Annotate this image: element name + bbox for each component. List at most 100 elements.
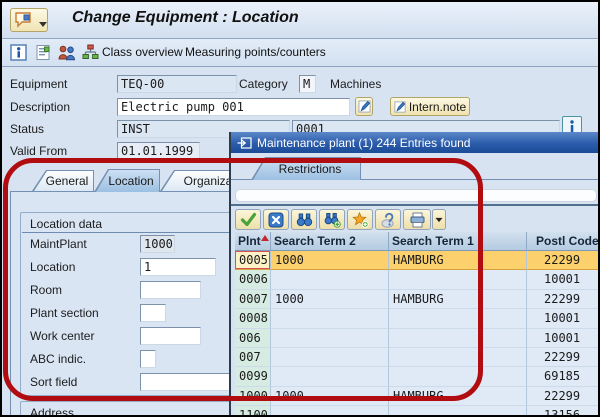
cell-search-term-2[interactable]: 1000	[271, 251, 389, 270]
cell-plnt[interactable]: 1100	[235, 406, 271, 417]
cell-search-term-1[interactable]	[389, 329, 527, 348]
edit-pencil-icon	[358, 100, 371, 113]
partners-icon[interactable]	[57, 44, 77, 61]
room-label: Room	[30, 281, 62, 299]
room-field[interactable]	[140, 281, 201, 299]
info-icon[interactable]	[10, 44, 27, 61]
equipment-field[interactable]: TEQ-00	[117, 75, 237, 93]
intern-note-button[interactable]: Intern.note	[390, 97, 470, 116]
cell-plnt[interactable]: 0007	[235, 290, 271, 309]
category-text: Machines	[330, 75, 381, 93]
close-button[interactable]	[263, 209, 289, 230]
favorites-button[interactable]	[347, 209, 373, 230]
cell-postl-code[interactable]: 69185	[527, 367, 600, 386]
cell-postl-code[interactable]: 22299	[527, 348, 600, 367]
cell-search-term-2[interactable]: 1000	[271, 290, 389, 309]
cell-search-term-2[interactable]	[271, 329, 389, 348]
sort-field-field[interactable]	[140, 373, 232, 391]
work-center-label: Work center	[30, 327, 94, 345]
find-button[interactable]	[291, 209, 317, 230]
speech-bubble-icon	[14, 11, 36, 29]
print-menu-button[interactable]	[432, 209, 446, 230]
work-center-field[interactable]	[140, 327, 201, 345]
tab-general-label: General	[46, 174, 89, 188]
description-label: Description	[10, 98, 70, 116]
help-button[interactable]	[375, 209, 401, 230]
cell-plnt[interactable]: 0008	[235, 309, 271, 328]
find-next-button[interactable]	[319, 209, 345, 230]
valid-from-field[interactable]: 01.01.1999	[117, 142, 200, 160]
display-document-icon[interactable]	[35, 44, 52, 61]
cell-search-term-2[interactable]	[271, 348, 389, 367]
column-header-search-term-2[interactable]: Search Term 2	[271, 232, 389, 251]
structure-icon[interactable]	[82, 44, 99, 61]
plant-section-label: Plant section	[30, 304, 99, 322]
column-header-postl-code[interactable]: Postl Code	[527, 232, 600, 251]
table-row[interactable]: 0007 1000 HAMBURG 22299	[235, 290, 600, 309]
binoculars-icon	[296, 212, 313, 227]
cell-postl-code[interactable]: 22299	[527, 387, 600, 406]
cell-plnt[interactable]: 006	[235, 329, 271, 348]
cell-search-term-1[interactable]	[389, 270, 527, 289]
cell-search-term-1[interactable]: HAMBURG	[389, 387, 527, 406]
print-button[interactable]	[403, 209, 431, 230]
cell-postl-code[interactable]: 22299	[527, 251, 600, 270]
accept-button[interactable]	[235, 209, 261, 230]
table-row-selected[interactable]: 0005 1000 HAMBURG 22299	[235, 251, 600, 270]
cell-plnt[interactable]: 0099	[235, 367, 271, 386]
cell-search-term-2[interactable]	[271, 309, 389, 328]
location-field[interactable]: 1	[140, 258, 216, 276]
column-header-plnt[interactable]: Plnt	[235, 232, 271, 251]
sort-ascending-icon	[261, 235, 269, 241]
cell-postl-code[interactable]: 13156	[527, 406, 600, 417]
services-for-object-button[interactable]	[10, 8, 48, 32]
cell-search-term-1[interactable]	[389, 309, 527, 328]
value-help-table: Plnt Search Term 2 Search Term 1 Postl C…	[235, 232, 600, 417]
table-row[interactable]: 007 22299	[235, 348, 600, 367]
cell-search-term-1[interactable]: HAMBURG	[389, 251, 527, 270]
table-row[interactable]: 0006 10001	[235, 270, 600, 289]
location-label: Location	[30, 258, 75, 276]
plant-section-field[interactable]	[140, 304, 166, 322]
cell-postl-code[interactable]: 22299	[527, 290, 600, 309]
cell-postl-code[interactable]: 10001	[527, 329, 600, 348]
cell-plnt[interactable]: 0005	[235, 251, 271, 270]
cell-search-term-1[interactable]: HAMBURG	[389, 290, 527, 309]
class-overview-button[interactable]: Class overview	[102, 45, 183, 59]
cell-search-term-1[interactable]	[389, 406, 527, 417]
printer-icon	[409, 212, 426, 228]
column-header-search-term-1[interactable]: Search Term 1	[389, 232, 527, 251]
edit-description-button[interactable]	[355, 97, 373, 116]
description-field[interactable]: Electric pump 001	[117, 98, 350, 116]
cell-postl-code[interactable]: 10001	[527, 270, 600, 289]
popup-title-bar[interactable]: Maintenance plant (1) 244 Entries found	[231, 132, 600, 153]
measuring-points-button[interactable]: Measuring points/counters	[185, 45, 326, 59]
tab-location[interactable]: Location	[94, 169, 160, 192]
tab-organizational-label: Organiza	[184, 174, 233, 188]
cell-search-term-2[interactable]	[271, 367, 389, 386]
abc-indic-field[interactable]	[140, 350, 156, 368]
valid-from-label: Valid From	[10, 142, 67, 160]
binoculars-plus-icon	[324, 212, 341, 228]
table-row[interactable]: 006 10001	[235, 329, 600, 348]
address-title: Address	[30, 405, 74, 417]
cell-search-term-1[interactable]	[389, 348, 527, 367]
cell-plnt[interactable]: 007	[235, 348, 271, 367]
cell-search-term-2[interactable]	[271, 270, 389, 289]
table-row[interactable]: 1000 1000 HAMBURG 22299	[235, 387, 600, 406]
table-row[interactable]: 0008 10001	[235, 309, 600, 328]
table-row[interactable]: 1100 13156	[235, 406, 600, 417]
cell-postl-code[interactable]: 10001	[527, 309, 600, 328]
category-field[interactable]: M	[299, 75, 316, 93]
cell-search-term-2[interactable]	[271, 406, 389, 417]
cell-search-term-1[interactable]	[389, 367, 527, 386]
tab-general[interactable]: General	[32, 170, 94, 191]
restrictions-collapsed-strip[interactable]	[235, 189, 597, 202]
cell-search-term-2[interactable]: 1000	[271, 387, 389, 406]
cell-plnt[interactable]: 0006	[235, 270, 271, 289]
cell-plnt[interactable]: 1000	[235, 387, 271, 406]
tab-restrictions[interactable]: Restrictions	[251, 157, 361, 180]
status-label: Status	[10, 120, 44, 138]
maintplant-field[interactable]: 1000	[140, 235, 175, 253]
table-row[interactable]: 0099 69185	[235, 367, 600, 386]
